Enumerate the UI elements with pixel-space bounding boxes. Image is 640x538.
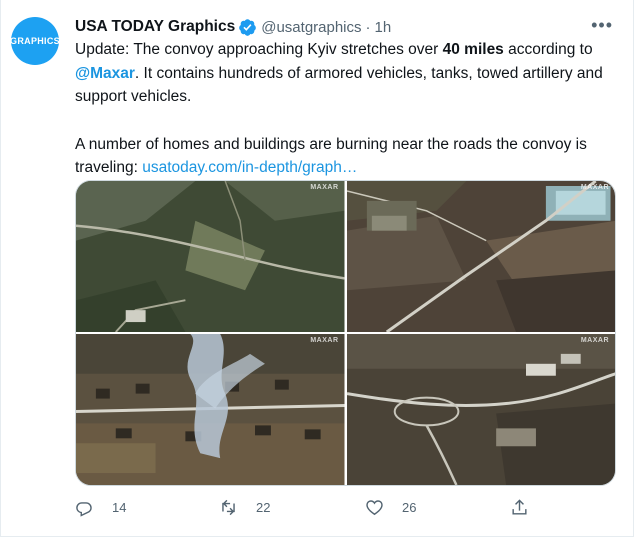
tweet-paragraph-2: A number of homes and buildings are burn…: [75, 133, 620, 180]
text-segment: Update: The convoy approaching Kyiv stre…: [75, 41, 443, 58]
reply-button[interactable]: 14: [75, 498, 126, 517]
watermark: MAXAR: [310, 337, 339, 344]
tweet-header: USA TODAY Graphics @usatgraphics · 1h ••…: [75, 16, 613, 38]
share-icon: [512, 499, 527, 515]
media-image-4[interactable]: MAXAR: [346, 334, 615, 485]
retweet-icon: [222, 499, 235, 516]
more-dots-icon[interactable]: •••: [591, 16, 613, 34]
bold-distance: 40 miles: [442, 41, 504, 58]
verified-badge-icon: [239, 18, 257, 36]
tweet-paragraph-1: Update: The convoy approaching Kyiv stre…: [75, 38, 620, 109]
text-segment: according to: [503, 41, 593, 58]
reply-icon: [76, 502, 92, 517]
tweet-card[interactable]: GRAPHICS USA TODAY Graphics @usatgraphic…: [0, 0, 634, 537]
separator: ·: [365, 18, 371, 36]
retweet-button[interactable]: 22: [219, 498, 270, 517]
satellite-image-smoke: [76, 334, 345, 485]
watermark: MAXAR: [580, 337, 609, 344]
watermark: MAXAR: [310, 184, 339, 191]
tweet-time[interactable]: 1h: [375, 19, 392, 36]
author-handle[interactable]: @usatgraphics: [261, 19, 361, 36]
retweet-count: 22: [256, 500, 271, 515]
media-image-1[interactable]: MAXAR: [76, 181, 345, 332]
media-image-2[interactable]: MAXAR: [346, 181, 615, 332]
avatar[interactable]: GRAPHICS: [10, 17, 60, 65]
avatar-label: GRAPHICS: [10, 36, 60, 46]
article-link[interactable]: usatoday.com/in-depth/graph…: [142, 159, 357, 176]
satellite-image-forest: [76, 181, 345, 332]
like-count: 26: [402, 500, 417, 515]
like-button[interactable]: 26: [365, 498, 416, 517]
author-name[interactable]: USA TODAY Graphics: [75, 18, 235, 36]
text-segment: . It contains hundreds of armored vehicl…: [75, 64, 603, 106]
heart-icon: [366, 500, 383, 516]
tweet-text: Update: The convoy approaching Kyiv stre…: [75, 38, 620, 180]
watermark: MAXAR: [580, 184, 609, 191]
action-bar: 14 22 26: [75, 498, 545, 522]
media-grid[interactable]: MAXAR MAXAR MAXAR MAXAR: [75, 180, 616, 486]
mention-link[interactable]: @Maxar: [75, 65, 135, 82]
reply-count: 14: [112, 500, 127, 515]
satellite-image-interchange: [346, 334, 615, 485]
satellite-image-farmland: [346, 181, 615, 332]
share-button[interactable]: [510, 498, 547, 517]
media-image-3[interactable]: MAXAR: [76, 334, 345, 485]
